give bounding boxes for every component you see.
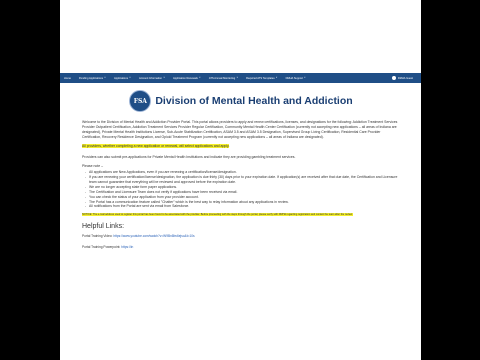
- list-item: If you are renewing your certification/l…: [85, 175, 400, 185]
- highlighted-instruction: All providers, whether completing a new …: [82, 144, 400, 149]
- nav-label: Application Renewals: [173, 76, 198, 80]
- notes-list: All applications are New Applications, e…: [82, 170, 400, 209]
- nav-account-information[interactable]: Account Information ▼: [135, 77, 169, 80]
- seal-text: FSA: [133, 97, 147, 105]
- training-video-label: Portal Training Video:: [82, 234, 113, 239]
- nav-label: DMHA Support: [285, 76, 303, 80]
- nav-label: Account Information: [138, 76, 163, 80]
- training-powerpoint-row: Portal Training Powerpoint: https://in: [82, 245, 400, 250]
- user-name: DMHA Guest: [397, 76, 413, 80]
- fssa-seal-logo: FSA: [129, 90, 152, 112]
- chevron-down-icon: ▼: [129, 77, 131, 79]
- nav-pending-applications[interactable]: Pending Applications ▼: [75, 77, 110, 80]
- list-item: All notifications from the Portal are se…: [85, 204, 400, 209]
- chevron-down-icon: ▼: [275, 77, 278, 79]
- providers-note: Providers can also submit pre-applicatio…: [82, 155, 296, 160]
- highlighted-text: All providers, whether completing a new …: [82, 144, 230, 149]
- chevron-down-icon: ▼: [236, 77, 239, 79]
- page-header: FSA Division of Mental Health and Addict…: [82, 90, 400, 112]
- training-powerpoint-link[interactable]: https://in: [121, 245, 133, 249]
- user-menu[interactable]: DMHA Guest: [388, 76, 421, 80]
- top-navigation-bar: Home Pending Applications ▼ Applications ▼…: [60, 73, 421, 83]
- nav-label: Applications: [114, 76, 128, 80]
- browser-screen: Home Pending Applications ▼ Applications ▼…: [60, 0, 421, 360]
- nav-label: Home: [64, 76, 71, 80]
- training-video-link[interactable]: https://www.youtube.com/watch?v=W9Bn8bv6…: [113, 234, 194, 238]
- training-powerpoint-label: Portal Training Powerpoint:: [82, 245, 121, 250]
- nav-application-renewals[interactable]: Application Renewals ▼: [169, 77, 205, 80]
- main-content: FSA Division of Mental Health and Addict…: [82, 90, 400, 256]
- intro-paragraph: Welcome to the Division of Mental Health…: [82, 120, 398, 140]
- highlighted-notice: NOTICE: The e-mail address used to regis…: [82, 213, 400, 217]
- nav-label: Pending Applications: [78, 76, 104, 80]
- nav-label: ATS Annual Monitoring: [208, 76, 236, 80]
- user-avatar-icon: [391, 76, 396, 80]
- notice-text: NOTICE: The e-mail address used to regis…: [82, 213, 353, 217]
- page-title: Division of Mental Health and Addiction: [155, 95, 353, 107]
- nav-label: Required ATS Templates: [246, 76, 275, 80]
- nav-home[interactable]: Home: [60, 77, 75, 80]
- nav-ats-annual-monitoring[interactable]: ATS Annual Monitoring ▼: [205, 77, 242, 80]
- chevron-down-icon: ▼: [198, 77, 201, 79]
- nav-applications[interactable]: Applications ▼: [110, 77, 135, 80]
- chevron-down-icon: ▼: [104, 77, 106, 79]
- chevron-down-icon: ▼: [163, 77, 166, 79]
- helpful-links-title: Helpful Links:: [82, 223, 125, 231]
- notes-title: Please note –: [82, 164, 104, 169]
- chevron-down-icon: ▼: [303, 77, 306, 79]
- nav-required-ats-templates[interactable]: Required ATS Templates ▼: [242, 77, 281, 80]
- training-video-row: Portal Training Video: https://www.youtu…: [82, 234, 400, 239]
- nav-dmha-support[interactable]: DMHA Support ▼: [282, 77, 310, 80]
